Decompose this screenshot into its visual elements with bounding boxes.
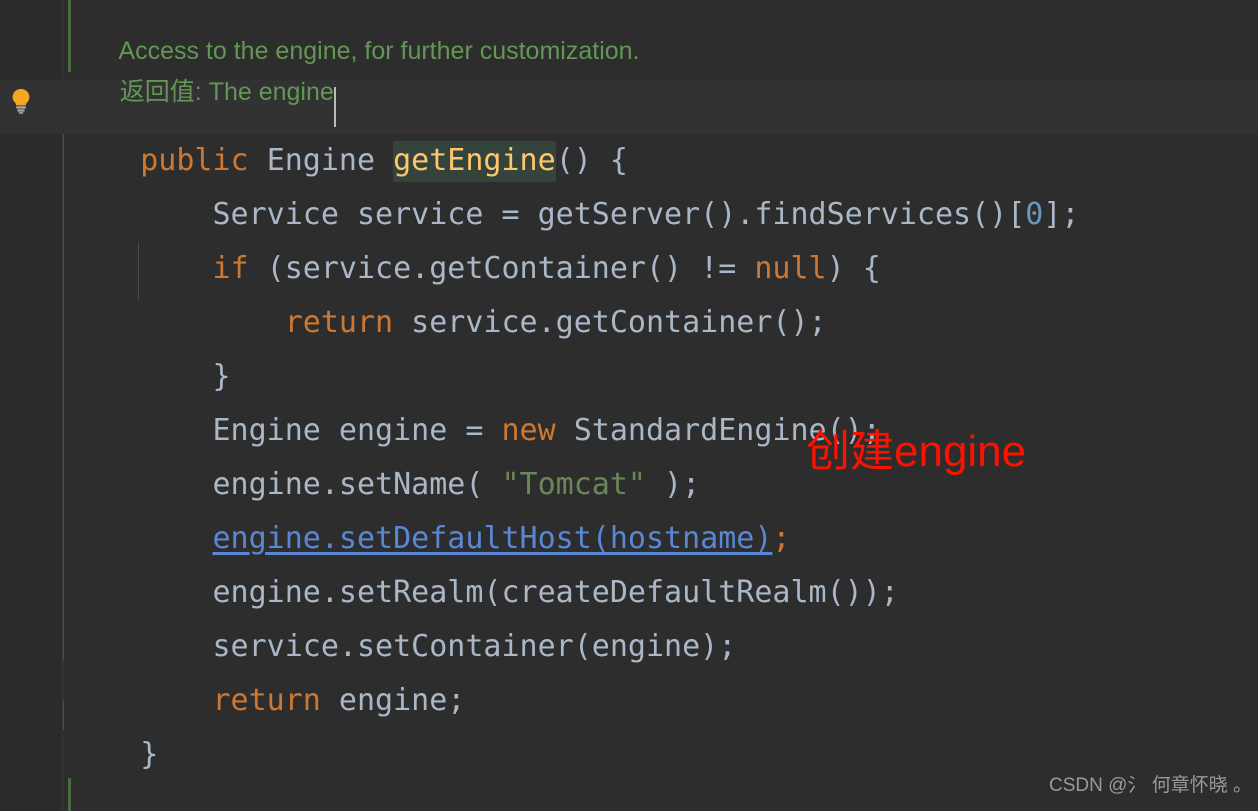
keyword-return-2: return <box>212 683 321 718</box>
javadoc-margin-bar-top <box>68 0 71 72</box>
gutter-divider <box>62 134 63 811</box>
return-container-expr: service.getContainer(); <box>393 305 827 340</box>
service-decl-tail: ]; <box>1043 197 1080 232</box>
annotation-create-engine: 创建engine <box>806 427 1027 476</box>
indent-guide-bottom <box>63 700 64 730</box>
return-engine-expr: engine; <box>320 683 466 718</box>
code-editor[interactable]: Access to the engine, for further custom… <box>0 0 1258 811</box>
close-brace-method: } <box>140 737 159 772</box>
if-tail: ) { <box>826 251 881 286</box>
lightbulb-icon[interactable] <box>10 88 32 114</box>
csdn-watermark: CSDN @氵 何章怀晓 。 <box>1049 775 1252 796</box>
indent-guide-level1 <box>63 134 64 661</box>
text-caret <box>334 87 336 127</box>
javadoc-bottom-line-1: Get the server object. You can add liste… <box>92 780 1162 811</box>
gutter-divider-top <box>62 0 63 78</box>
array-index-zero: 0 <box>1025 197 1044 232</box>
keyword-return-1: return <box>284 305 394 340</box>
